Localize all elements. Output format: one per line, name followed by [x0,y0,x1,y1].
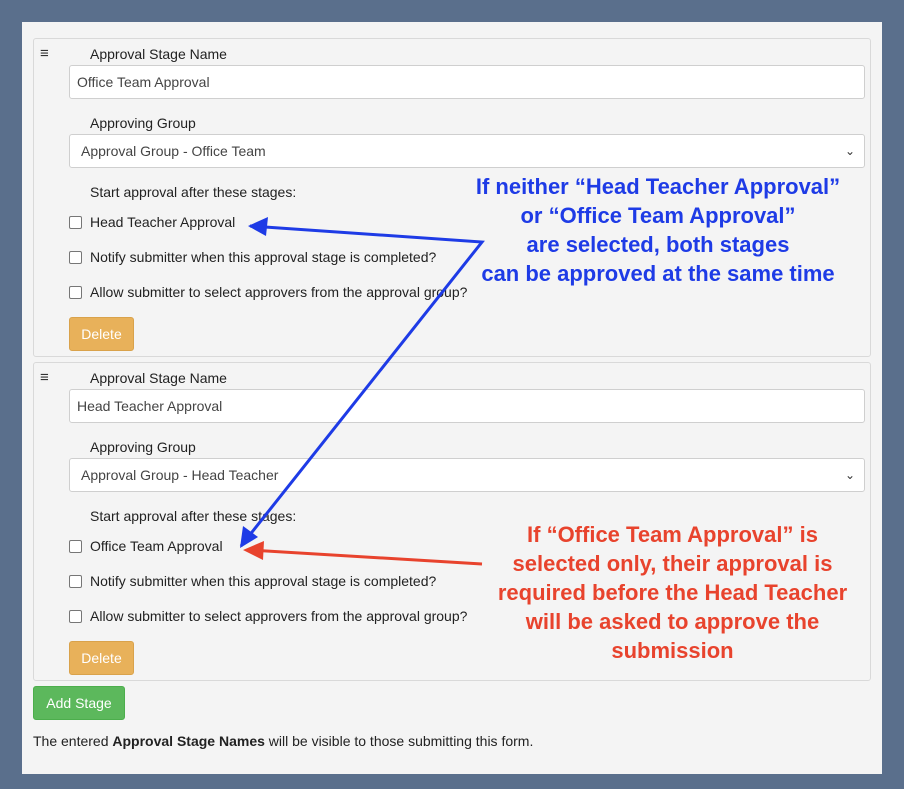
approving-group-label: Approving Group [90,115,196,131]
red-annotation-line: submission [611,638,734,663]
approving-group-label: Approving Group [90,439,196,455]
notify-submitter-option[interactable]: Notify submitter when this approval stag… [69,572,436,590]
footnote-pre: The entered [33,733,113,749]
delete-stage-button[interactable]: Delete [69,317,134,351]
allow-select-approvers-option[interactable]: Allow submitter to select approvers from… [69,283,467,301]
red-annotation: If “Office Team Approval” is selected on… [470,520,875,665]
after-stage-option-label: Head Teacher Approval [90,214,236,230]
blue-annotation-line: If neither “Head Teacher Approval” [475,174,841,199]
stage-name-label: Approval Stage Name [90,370,227,386]
footnote-bold: Approval Stage Names [112,733,265,749]
chevron-down-icon: ⌄ [844,468,855,482]
after-stage-checkbox[interactable] [69,215,82,229]
chevron-down-icon: ⌄ [844,144,855,158]
after-stage-option[interactable]: Office Team Approval [69,537,223,555]
blue-annotation-line: can be approved at the same time [481,261,835,286]
notify-submitter-checkbox[interactable] [69,250,82,264]
stage-name-input[interactable]: Head Teacher Approval [69,389,865,423]
red-annotation-line: will be asked to approve the [525,609,820,634]
notify-submitter-label: Notify submitter when this approval stag… [90,249,437,265]
stage-name-label: Approval Stage Name [90,46,227,62]
notify-submitter-label: Notify submitter when this approval stag… [90,573,437,589]
footnote: The entered Approval Stage Names will be… [33,733,533,749]
add-stage-button[interactable]: Add Stage [33,686,125,720]
stage-name-input[interactable]: Office Team Approval [69,65,865,99]
allow-select-approvers-checkbox[interactable] [69,285,82,299]
approving-group-value: Approval Group - Office Team [81,143,266,159]
start-after-label: Start approval after these stages: [90,508,297,524]
blue-annotation-line: are selected, both stages [526,232,790,257]
approving-group-value: Approval Group - Head Teacher [81,467,279,483]
blue-annotation: If neither “Head Teacher Approval” or “O… [448,172,868,288]
drag-handle-icon[interactable]: ≡ [40,46,49,61]
drag-handle-icon[interactable]: ≡ [40,370,49,385]
footnote-post: will be visible to those submitting this… [264,733,534,749]
allow-select-approvers-checkbox[interactable] [69,609,82,623]
allow-select-approvers-option[interactable]: Allow submitter to select approvers from… [69,607,467,625]
start-after-label: Start approval after these stages: [90,184,297,200]
red-annotation-line: If “Office Team Approval” is [527,522,818,547]
notify-submitter-checkbox[interactable] [69,574,82,588]
allow-select-approvers-label: Allow submitter to select approvers from… [90,284,468,300]
after-stage-option-label: Office Team Approval [90,538,223,554]
approving-group-select[interactable]: Approval Group - Office Team ⌄ [69,134,865,168]
after-stage-checkbox[interactable] [69,539,82,553]
allow-select-approvers-label: Allow submitter to select approvers from… [90,608,468,624]
after-stage-option[interactable]: Head Teacher Approval [69,213,235,231]
red-annotation-line: selected only, their approval is [512,551,833,576]
notify-submitter-option[interactable]: Notify submitter when this approval stag… [69,248,436,266]
approving-group-select[interactable]: Approval Group - Head Teacher ⌄ [69,458,865,492]
red-annotation-line: required before the Head Teacher [497,580,848,605]
blue-annotation-line: or “Office Team Approval” [520,203,796,228]
delete-stage-button[interactable]: Delete [69,641,134,675]
